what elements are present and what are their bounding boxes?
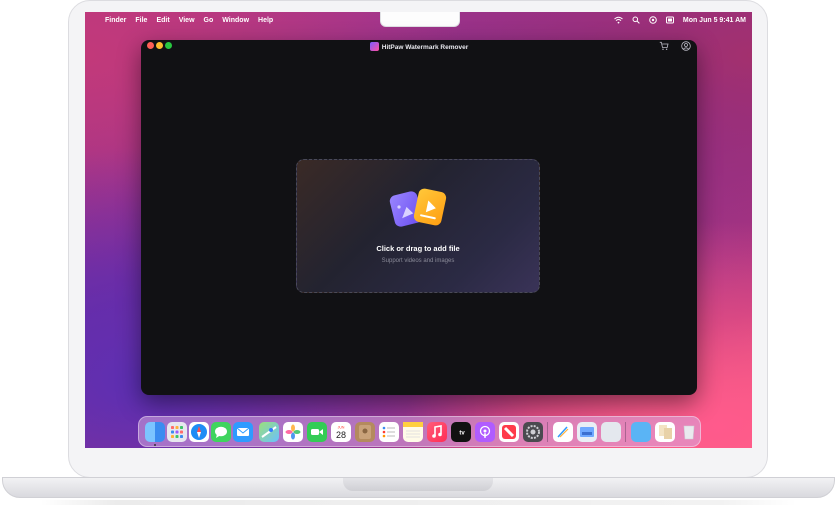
menu-go[interactable]: Go (204, 17, 214, 24)
window-title: HitPaw Watermark Remover (381, 44, 469, 52)
news-icon[interactable] (499, 422, 519, 442)
menu-help[interactable]: Help (258, 17, 273, 24)
menu-bar: Finder File Edit View Go Window Help Mon… (85, 12, 752, 28)
menu-window[interactable]: Window (222, 17, 249, 24)
dock-separator (547, 422, 548, 442)
window-titlebar[interactable]: HitPaw Watermark Remover (141, 40, 697, 54)
search-icon[interactable] (632, 16, 640, 24)
dock: JUN 28 tv (138, 416, 701, 447)
add-media-icon (389, 188, 447, 227)
control-center-icon[interactable] (649, 16, 657, 24)
podcasts-icon[interactable] (475, 422, 495, 442)
apple-tv-icon[interactable]: tv (451, 422, 471, 442)
app-window: HitPaw Watermark Remover Click or drag t… (141, 40, 697, 395)
wifi-icon[interactable] (614, 16, 623, 24)
safari-icon[interactable] (189, 422, 209, 442)
finder-running-dot (154, 444, 156, 446)
calendar-day: 28 (336, 430, 346, 440)
system-settings-icon[interactable] (523, 422, 543, 442)
drop-zone-title: Click or drag to add file (376, 244, 460, 253)
preview-icon[interactable] (577, 422, 597, 442)
menu-clock[interactable]: Mon Jun 5 9:41 AM (683, 17, 746, 24)
documents-stack-icon[interactable] (655, 422, 675, 442)
file-drop-zone[interactable]: Click or drag to add file Support videos… (296, 159, 540, 293)
messages-icon[interactable] (211, 422, 231, 442)
mail-icon[interactable] (233, 422, 253, 442)
battery-icon[interactable] (665, 16, 674, 24)
reminders-icon[interactable] (379, 422, 399, 442)
status-area: Mon Jun 5 9:41 AM (614, 12, 746, 28)
drop-zone-subtitle: Support videos and images (381, 258, 455, 264)
freeform-icon[interactable] (553, 422, 573, 442)
calendar-month: JUN (338, 426, 345, 430)
cart-icon[interactable] (659, 41, 669, 51)
laptop-base-notch (343, 478, 493, 491)
menu-view[interactable]: View (179, 17, 195, 24)
laptop-shadow (40, 500, 797, 505)
screenshot-icon[interactable] (601, 422, 621, 442)
launchpad-icon[interactable] (167, 422, 187, 442)
app-logo-icon (369, 42, 379, 51)
titlebar-actions (659, 41, 691, 51)
maps-icon[interactable] (259, 422, 279, 442)
contacts-icon[interactable] (355, 422, 375, 442)
trash-icon[interactable] (679, 422, 699, 442)
menu-edit[interactable]: Edit (156, 17, 169, 24)
calendar-icon[interactable]: JUN 28 (331, 422, 351, 442)
downloads-folder-icon[interactable] (631, 422, 651, 442)
window-title-wrap: HitPaw Watermark Remover (141, 42, 697, 52)
menu-file[interactable]: File (135, 17, 147, 24)
menu-finder[interactable]: Finder (105, 17, 126, 24)
account-icon[interactable] (681, 41, 691, 51)
dock-separator-2 (625, 422, 626, 442)
photos-icon[interactable] (283, 422, 303, 442)
tv-label: tv (459, 431, 465, 437)
music-icon[interactable] (427, 422, 447, 442)
facetime-icon[interactable] (307, 422, 327, 442)
notes-icon[interactable] (403, 422, 423, 442)
finder-icon[interactable] (145, 422, 165, 442)
